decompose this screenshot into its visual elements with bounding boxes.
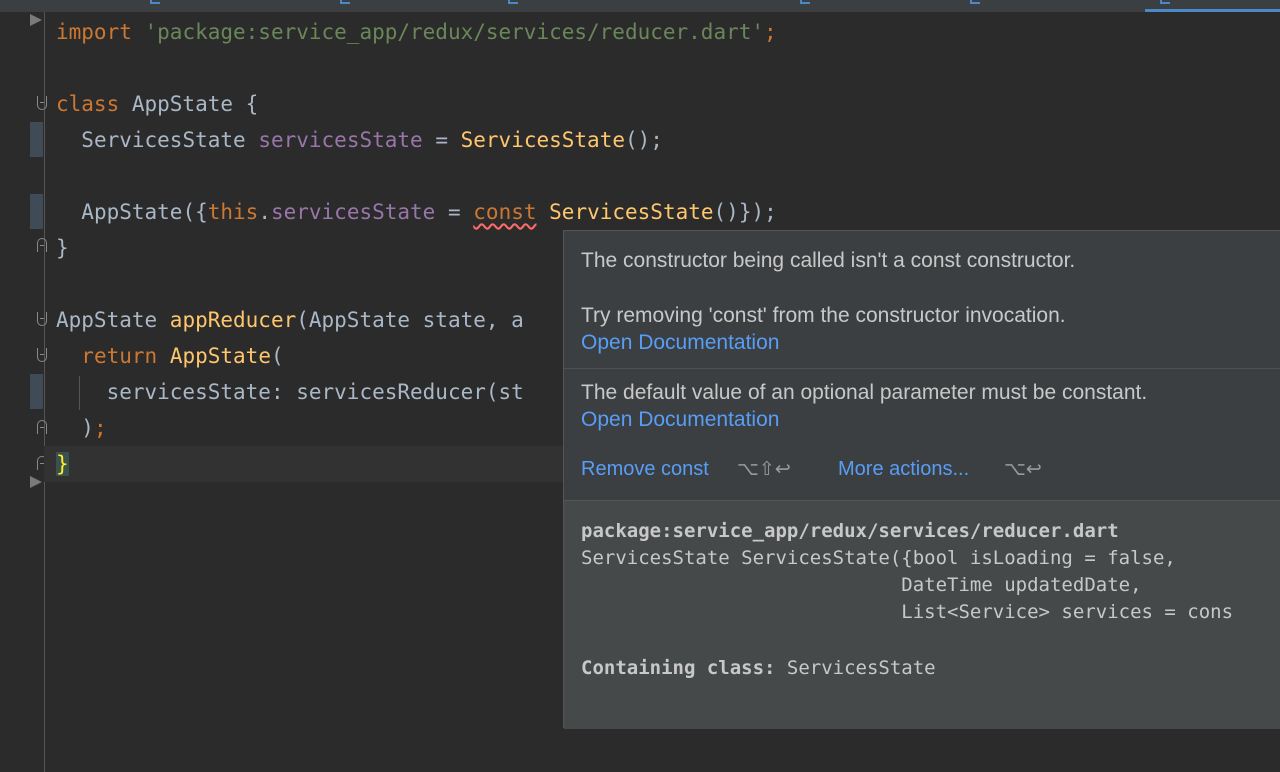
doc-containing-label: Containing class: (581, 657, 776, 679)
fold-open-icon[interactable] (37, 312, 47, 326)
code-line-6[interactable]: AppState({this.servicesState = const Ser… (56, 194, 777, 230)
shortcut-hint: ⌥↩ (1004, 459, 1042, 480)
error-message: The default value of an optional paramet… (581, 381, 1148, 404)
more-actions-button[interactable]: More actions... (838, 458, 969, 481)
string-literal: 'package:service_app/redux/services/redu… (144, 20, 765, 44)
fold-marker-icon[interactable] (30, 14, 42, 26)
code-text: servicesState: servicesReducer(st (106, 380, 524, 404)
code-line-4[interactable]: ServicesState servicesState = ServicesSt… (56, 122, 663, 158)
fold-close-icon[interactable] (37, 238, 47, 252)
keyword: import (56, 20, 132, 44)
doc-signature-line: DateTime updatedDate, (581, 574, 1142, 596)
tab-icon (508, 0, 518, 4)
code-text: ()}); (713, 200, 777, 224)
change-marker (30, 122, 43, 157)
semicolon: ; (93, 416, 107, 440)
remove-const-button[interactable]: Remove const (581, 458, 709, 481)
code-line-13[interactable]: } (56, 446, 69, 482)
code-text: = (435, 200, 474, 224)
documentation-panel: package:service_app/redux/services/reduc… (564, 500, 1280, 729)
active-tab-indicator (1145, 9, 1280, 12)
code-line-11[interactable]: servicesState: servicesReducer(st (56, 374, 524, 410)
code-line-10[interactable]: return AppState( (56, 338, 284, 374)
code-text: ServicesState (81, 128, 259, 152)
doc-signature-line: ServicesState ServicesState({bool isLoad… (581, 547, 1176, 569)
code-line-3[interactable]: class AppState { (56, 86, 258, 122)
fold-open-icon[interactable] (37, 348, 47, 362)
tab-icon (1160, 0, 1170, 4)
code-line-9[interactable]: AppState appReducer(AppState state, a (56, 302, 524, 338)
code-line-12[interactable]: ); (56, 410, 107, 446)
tab-icon (340, 0, 350, 4)
tab-icon (150, 0, 160, 4)
gutter-divider (44, 12, 45, 772)
fold-open-icon[interactable] (37, 96, 47, 110)
error-message: The constructor being called isn't a con… (581, 249, 1076, 272)
hint-message: Try removing 'const' from the constructo… (581, 304, 1066, 327)
doc-signature-line: List<Service> services = cons (581, 601, 1234, 623)
code-text: AppState { (119, 92, 259, 116)
constructor-call: AppState (169, 344, 271, 368)
field-name: servicesState (270, 200, 436, 224)
error-tooltip-popup: The constructor being called isn't a con… (563, 230, 1280, 729)
function-name: appReducer (169, 308, 297, 332)
code-text: (AppState state, a (296, 308, 524, 332)
keyword: return (81, 344, 158, 368)
code-text: } (56, 236, 69, 260)
semicolon: ; (764, 20, 777, 44)
change-marker (30, 374, 43, 409)
doc-package: package:service_app/redux/services/reduc… (581, 520, 1119, 542)
tab-icon (800, 0, 810, 4)
code-text: (); (625, 128, 663, 152)
tab-icon (970, 0, 980, 4)
matched-brace: } (56, 452, 69, 476)
separator (564, 368, 1280, 369)
constructor-call: ServicesState (460, 128, 625, 152)
doc-containing-value: ServicesState (775, 657, 936, 679)
shortcut-hint: ⌥⇧↩ (737, 459, 791, 480)
code-text: ) (81, 416, 94, 440)
keyword: class (56, 92, 120, 116)
field-name: servicesState (258, 128, 423, 152)
open-documentation-link[interactable]: Open Documentation (581, 408, 779, 432)
constructor-call: ServicesState (549, 200, 714, 224)
code-text: = (422, 128, 461, 152)
editor-tab-strip[interactable] (0, 0, 1280, 12)
fold-marker-icon[interactable] (30, 476, 42, 488)
code-text: AppState (56, 308, 170, 332)
code-line-1[interactable]: import 'package:service_app/redux/servic… (56, 14, 777, 50)
fold-close-icon[interactable] (37, 420, 47, 434)
keyword: this (207, 200, 259, 224)
code-text: AppState({ (81, 200, 208, 224)
change-marker (30, 194, 43, 229)
error-highlight[interactable]: const (473, 200, 536, 224)
open-documentation-link[interactable]: Open Documentation (581, 331, 779, 355)
code-text: . (258, 200, 271, 224)
code-text: ( (270, 344, 284, 368)
code-line-7[interactable]: } (56, 230, 69, 266)
